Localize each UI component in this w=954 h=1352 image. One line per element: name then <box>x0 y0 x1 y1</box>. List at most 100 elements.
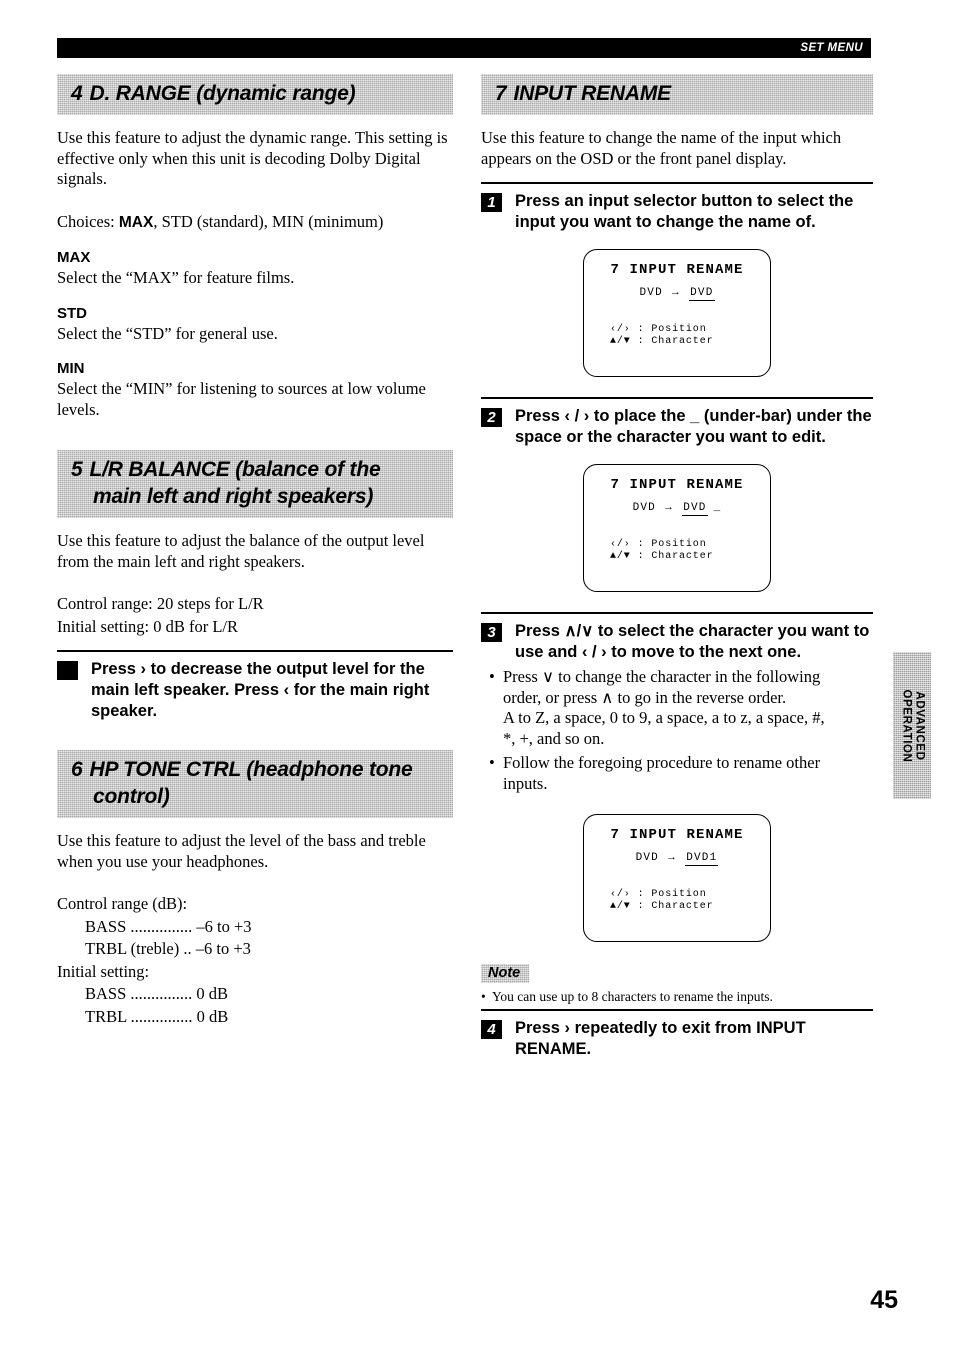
option-name-max: MAX <box>57 249 91 266</box>
step-2: 2 Press ‹ / › to place the _ (under-bar)… <box>481 406 873 448</box>
option-desc-std: Select the “STD” for general use. <box>57 323 278 343</box>
osd-1-arrow-icon: → <box>669 286 683 298</box>
page-number: 45 <box>870 1286 898 1314</box>
section-heading-hp-tone-ctrl: 6 HP TONE CTRL (headphone tone control) <box>57 750 453 818</box>
osd-2-title: 7 INPUT RENAME <box>610 477 744 493</box>
step-4-text: Press › repeatedly to exit from INPUT RE… <box>515 1019 806 1058</box>
step3-b1-l2: order, or press ∧ to go in the reverse o… <box>503 687 787 707</box>
note-tag: Note <box>481 964 529 983</box>
section-title-6-line1: HP TONE CTRL (headphone tone <box>89 758 413 781</box>
osd-screen-1: 7 INPUT RENAME DVD → DVD ‹/› : Position ▲/▼… <box>583 249 771 377</box>
step2-rule <box>481 397 873 399</box>
input-rename-intro: Use this feature to change the name of t… <box>481 128 842 168</box>
bullet-dot-icon-2: • <box>489 753 495 772</box>
osd-2-row: DVD → DVD _ <box>584 501 770 516</box>
osd-2-legend: ‹/› : Position ▲/▼ : Character <box>610 539 714 563</box>
osd-3-source: DVD <box>635 852 659 864</box>
option-name-min: MIN <box>57 360 85 377</box>
osd-3-title: 7 INPUT RENAME <box>610 827 744 843</box>
hp-tone-initial-setting-label: Initial setting: <box>57 961 150 981</box>
hp-tone-control-range-label: Control range (dB): <box>57 894 188 913</box>
option-desc-min: Select the “MIN” for listening to source… <box>57 379 426 419</box>
note-bullet-dot-icon: • <box>481 989 486 1004</box>
option-name-std: STD <box>57 304 87 322</box>
osd-1-legend-line2: ▲/▼ : Character <box>610 336 714 347</box>
lr-balance-intro: Use this feature to adjust the balance o… <box>57 531 425 571</box>
lr-balance-step: Press › to decrease the output level for… <box>57 659 453 722</box>
step-marker-3: 3 <box>481 623 502 642</box>
section-heading-lr-balance: 5 L/R BALANCE (balance of the main left a… <box>57 450 453 518</box>
right-column: 7 INPUT RENAME Use this feature to change… <box>481 74 873 1060</box>
osd-2-source: DVD <box>632 502 656 514</box>
d-range-intro: Use this feature to adjust the dynamic r… <box>57 128 448 188</box>
lr-balance-step-text: Press › to decrease the output level for… <box>91 660 430 720</box>
lr-balance-step-rule <box>57 650 453 652</box>
step-2-text: Press ‹ / › to place the _ (under-bar) u… <box>515 407 872 446</box>
osd-3-legend: ‹/› : Position ▲/▼ : Character <box>610 889 714 913</box>
step3-bullet-2: • Follow the foregoing procedure to rena… <box>489 753 873 794</box>
step-3: 3 Press ∧/∨ to select the character you … <box>481 621 873 663</box>
section-title-6-line2: control) <box>93 785 170 808</box>
section-title-4: D. RANGE (dynamic range) <box>89 82 356 105</box>
header-section-label: SET MENU <box>800 42 863 54</box>
osd-2-arrow-icon: → <box>662 501 676 513</box>
step1-rule <box>481 182 873 184</box>
osd-1-source: DVD <box>639 287 663 299</box>
section-title-7: INPUT RENAME <box>513 82 671 105</box>
osd-screen-2: 7 INPUT RENAME DVD → DVD _ ‹/› : Position ▲/… <box>583 464 771 592</box>
note-bullet-text: You can use up to 8 characters to rename… <box>492 989 773 1004</box>
left-column: 4 D. RANGE (dynamic range) Use this featu… <box>57 74 453 1027</box>
step-marker-square <box>57 661 78 680</box>
step-marker-2: 2 <box>481 408 502 427</box>
section-number-7: 7 <box>495 82 507 105</box>
side-tab-advanced-operation: ADVANCED OPERATION <box>893 652 931 799</box>
hp-tone-control-range-trbl: TRBL (treble) .. –6 to +3 <box>85 939 251 958</box>
osd-3-arrow-icon: → <box>665 851 679 863</box>
step3-b1-l4: *, +, and so on. <box>503 728 605 748</box>
step3-b1-l3: A to Z, a space, 0 to 9, a space, a to z… <box>503 708 825 727</box>
step3-bullet-1-text: Press ∨ to change the character in the f… <box>503 667 873 749</box>
osd-3-value: DVD1 <box>685 852 719 866</box>
d-range-choices: Choices: MAX, STD (standard), MIN (minim… <box>57 212 453 234</box>
hp-tone-initial-trbl: TRBL ............... 0 dB <box>85 1006 229 1026</box>
side-tab-line2: OPERATION <box>900 689 913 762</box>
section-heading-input-rename: 7 INPUT RENAME <box>481 74 873 115</box>
osd-3-legend-line2: ▲/▼ : Character <box>610 901 714 912</box>
step3-b2-l2: inputs. <box>503 773 548 793</box>
osd-1-legend: ‹/› : Position ▲/▼ : Character <box>610 324 714 348</box>
step-marker-1: 1 <box>481 193 502 212</box>
option-desc-max: Select the “MAX” for feature films. <box>57 268 295 287</box>
osd-3-row: DVD → DVD1 <box>584 851 770 866</box>
section-title-5-line2: main left and right speakers) <box>93 485 374 508</box>
osd-2-value: DVD <box>682 502 708 516</box>
manual-page: SET MENU 4 D. RANGE (dynamic range) Use t… <box>0 0 954 1352</box>
section-number-6: 6 <box>71 758 83 781</box>
step3-b1-l1: Press ∨ to change the character in the f… <box>503 667 821 686</box>
step3-b2-l1: Follow the foregoing procedure to rename… <box>503 753 821 772</box>
step-1: 1 Press an input selector button to sele… <box>481 191 873 233</box>
side-tab-line1: ADVANCED <box>913 690 926 761</box>
bullet-dot-icon: • <box>489 667 495 686</box>
step-1-text: Press an input selector button to select… <box>515 192 854 231</box>
hp-tone-control-range-bass: BASS ............... –6 to +3 <box>85 916 252 936</box>
osd-2-legend-line1: ‹/› : Position <box>610 539 707 550</box>
choices-default-value: MAX <box>118 213 154 231</box>
osd-screen-3: 7 INPUT RENAME DVD → DVD1 ‹/› : Position ▲/… <box>583 814 771 942</box>
osd-2-cursor: _ <box>713 502 722 514</box>
hp-tone-intro: Use this feature to adjust the level of … <box>57 831 426 871</box>
osd-2-legend-line2: ▲/▼ : Character <box>610 551 714 562</box>
osd-3-legend-line1: ‹/› : Position <box>610 889 707 900</box>
osd-1-row: DVD → DVD <box>584 286 770 301</box>
osd-screen-3-wrap: 7 INPUT RENAME DVD → DVD1 ‹/› : Position ▲/… <box>481 814 873 942</box>
step3-rule <box>481 612 873 614</box>
side-tab-label: ADVANCED OPERATION <box>899 689 925 762</box>
section-heading-d-range: 4 D. RANGE (dynamic range) <box>57 74 453 115</box>
choices-rest: , STD (standard), MIN (minimum) <box>153 211 384 231</box>
choices-prefix: Choices: <box>57 211 119 231</box>
page-header-bar: SET MENU <box>57 38 871 58</box>
note-block: Note • You can use up to 8 characters to… <box>481 964 873 1005</box>
step3-bullet-2-text: Follow the foregoing procedure to rename… <box>503 753 873 794</box>
osd-1-title: 7 INPUT RENAME <box>610 262 744 278</box>
section-number-5: 5 <box>71 458 83 481</box>
osd-screen-1-wrap: 7 INPUT RENAME DVD → DVD ‹/› : Position ▲/▼… <box>481 249 873 377</box>
